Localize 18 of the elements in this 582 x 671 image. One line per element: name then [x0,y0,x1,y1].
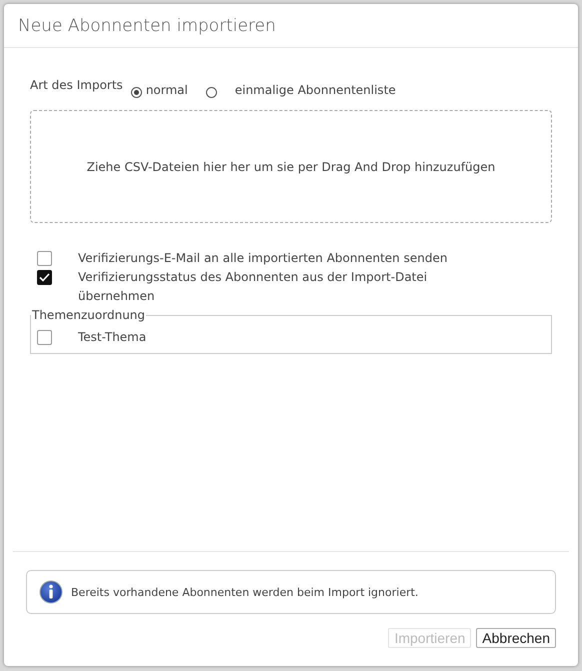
drop-zone-text: Ziehe CSV-Dateien hier her um sie per Drag And Drop hinzuzufügen [86,160,496,174]
info-text: Bereits vorhandene Abonnenten werden beim Import ignoriert. [71,586,418,598]
checkbox-label[interactable]: Test-Thema [78,328,146,347]
radio-label[interactable]: normal [146,83,188,98]
dialog-button[interactable]: Abbrechen [476,628,556,648]
checkbox[interactable] [37,251,52,266]
checkbox[interactable] [37,330,52,345]
drop-zone[interactable]: Ziehe CSV-Dateien hier her um sie per Drag And Drop hinzuzufügen [30,110,552,223]
group-legend: Themenzuordnung [31,308,146,322]
checkbox[interactable] [37,270,52,285]
dialog-title: Neue Abonnenten importieren [18,16,276,36]
field-label: Art des Imports [30,78,123,92]
radio-button[interactable] [130,87,142,98]
checkbox-label[interactable]: Verifizierungs-E-Mail an alle importierten Abonnenten senden [78,249,448,268]
radio-label[interactable]: einmalige Abonnentenliste [234,83,396,98]
checkbox-label[interactable]: Verifizierungsstatus des Abonnenten aus der Import-Datei übernehmen [78,268,478,306]
info-icon [39,580,63,604]
radio-button[interactable] [206,87,217,98]
